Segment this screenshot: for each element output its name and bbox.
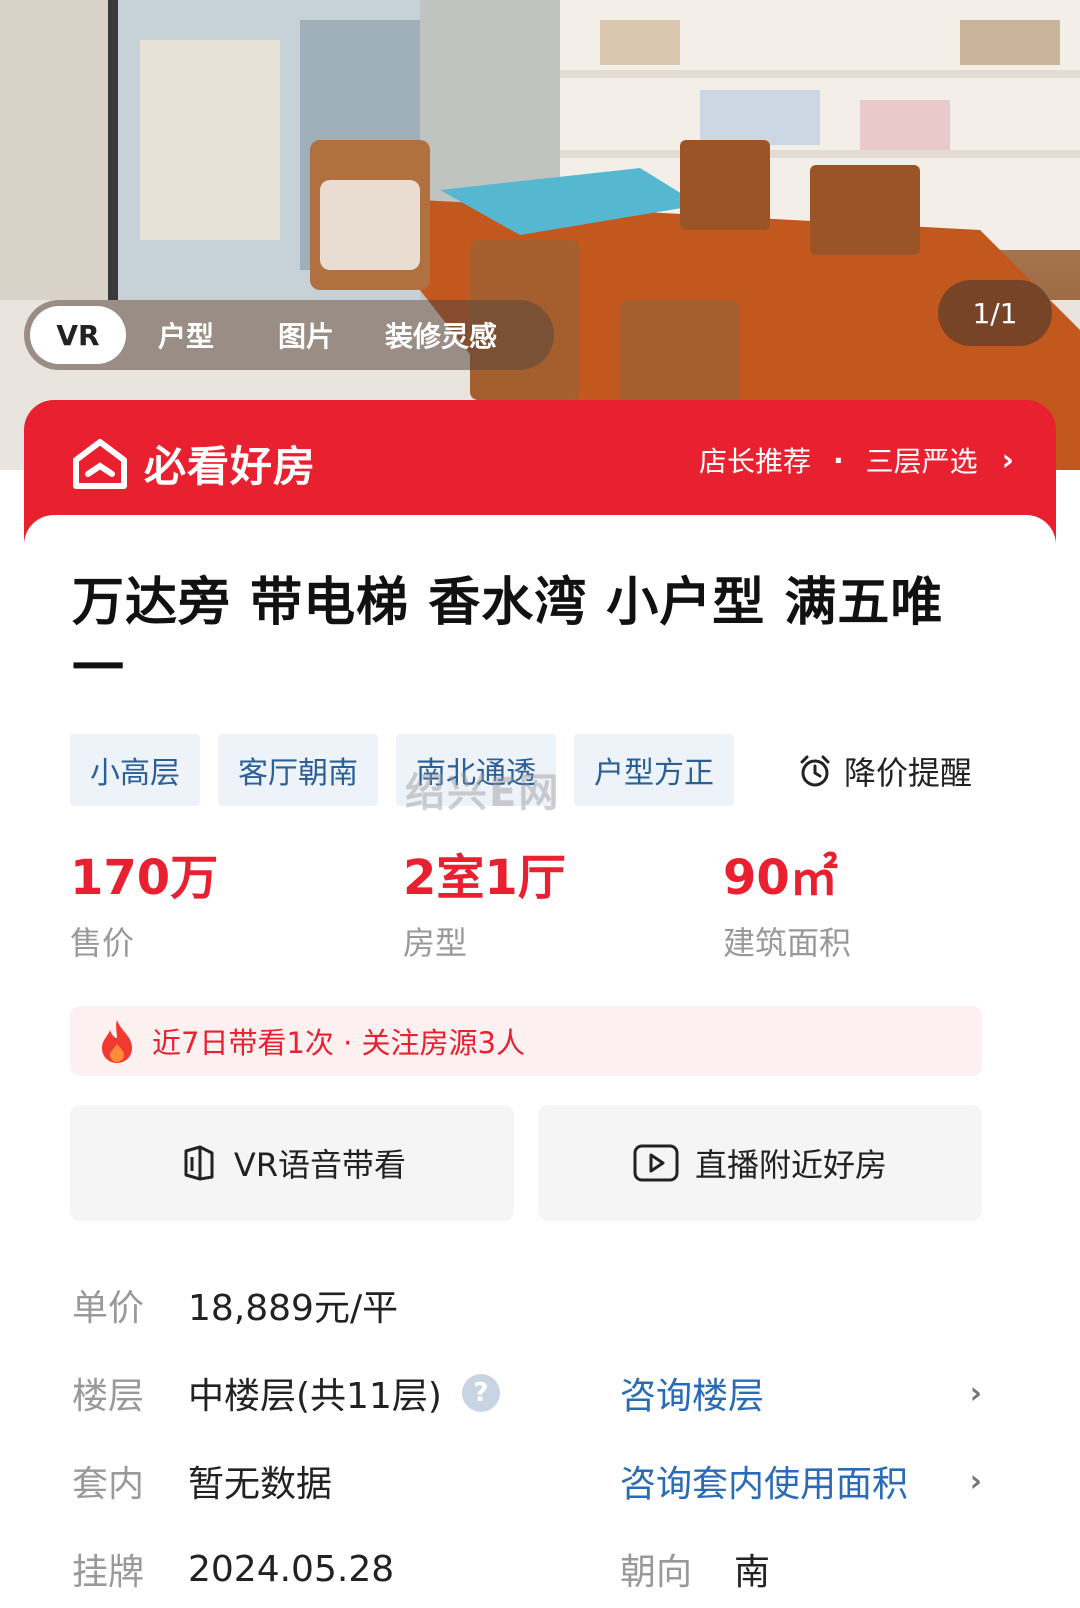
- stat-area: 90㎡ 建筑面积: [723, 848, 851, 964]
- row-inner-area: 套内 暂无数据 咨询套内使用面积 ›: [72, 1446, 992, 1516]
- floor-key: 楼层: [72, 1376, 145, 1417]
- chevron-right-icon[interactable]: ›: [970, 1464, 982, 1499]
- tab-floor-plan[interactable]: 户型: [126, 306, 246, 364]
- alarm-clock-icon: [800, 755, 830, 787]
- vr-voice-tour-label: VR语音带看: [233, 1146, 407, 1184]
- inner-value: 暂无数据: [188, 1464, 333, 1505]
- play-video-icon: [633, 1144, 679, 1182]
- banner-recommend[interactable]: 店长推荐 · 三层严选 ›: [699, 440, 1014, 480]
- tag-item: 小高层: [70, 734, 200, 806]
- layout-value: 2室1厅: [403, 850, 566, 906]
- area-label: 建筑面积: [723, 924, 852, 962]
- price-alert-label: 降价提醒: [844, 754, 973, 792]
- price-label: 售价: [70, 924, 135, 962]
- unit-price-key: 单价: [72, 1288, 145, 1329]
- tab-photos[interactable]: 图片: [246, 306, 366, 364]
- price-value: 170万: [70, 850, 219, 906]
- brand-name: 必看好房: [144, 442, 317, 491]
- vr-voice-tour-button[interactable]: VR语音带看: [70, 1105, 514, 1221]
- action-buttons: VR语音带看 直播附近好房: [70, 1105, 982, 1221]
- live-nearby-button[interactable]: 直播附近好房: [538, 1105, 982, 1221]
- tab-decoration-ideas[interactable]: 装修灵感: [366, 306, 516, 364]
- consult-inner-area-link[interactable]: 咨询套内使用面积: [620, 1455, 908, 1507]
- listed-value: 2024.05.28: [188, 1548, 395, 1590]
- store-recommend-label: 店长推荐: [698, 445, 811, 478]
- consult-floor-link[interactable]: 咨询楼层: [620, 1367, 764, 1419]
- triple-select-label: 三层严选: [865, 445, 978, 478]
- brand: 必看好房: [72, 433, 316, 494]
- live-nearby-label: 直播附近好房: [694, 1146, 887, 1184]
- vr-cube-icon: [184, 1145, 214, 1181]
- chevron-right-icon: ›: [1001, 442, 1014, 478]
- flame-icon: [102, 1020, 132, 1063]
- popularity-text: 近7日带看1次 · 关注房源3人: [152, 1026, 526, 1060]
- floor-value: 中楼层(共11层): [188, 1376, 442, 1417]
- row-floor: 楼层 中楼层(共11层) ? 咨询楼层 ›: [72, 1358, 992, 1428]
- popularity-banner: 近7日带看1次 · 关注房源3人: [70, 1006, 982, 1076]
- inner-key: 套内: [72, 1464, 145, 1505]
- layout-label: 房型: [403, 924, 468, 962]
- watermark: 绍兴E网: [405, 770, 561, 816]
- stat-layout: 2室1厅 房型: [403, 848, 566, 964]
- row-unit-price: 单价 18,889元/平: [72, 1270, 992, 1340]
- row-listed-date: 挂牌 2024.05.28 朝向 南: [72, 1534, 992, 1604]
- tab-vr[interactable]: VR: [30, 306, 126, 364]
- photo-counter: 1/1: [938, 280, 1052, 346]
- listed-key: 挂牌: [72, 1552, 145, 1593]
- separator-dot: ·: [832, 443, 844, 477]
- stat-price: 170万 售价: [70, 848, 218, 964]
- tag-item: 户型方正: [574, 734, 734, 806]
- orientation-key: 朝向: [620, 1552, 693, 1593]
- chevron-right-icon[interactable]: ›: [970, 1376, 982, 1411]
- media-tab-bar: VR 户型 图片 装修灵感: [24, 300, 554, 370]
- key-stats: 170万 售价 2室1厅 房型 90㎡ 建筑面积: [70, 848, 1010, 968]
- orientation-value: 南: [734, 1552, 771, 1593]
- price-drop-alert-button[interactable]: 降价提醒: [798, 748, 972, 794]
- house-logo-icon: [73, 438, 127, 489]
- area-value: 90㎡: [723, 850, 838, 906]
- tag-item: 客厅朝南: [218, 734, 378, 806]
- unit-price-value: 18,889元/平: [188, 1288, 399, 1329]
- help-icon[interactable]: ?: [461, 1374, 500, 1412]
- listing-title: 万达旁 带电梯 香水湾 小户型 满五唯一: [72, 573, 944, 699]
